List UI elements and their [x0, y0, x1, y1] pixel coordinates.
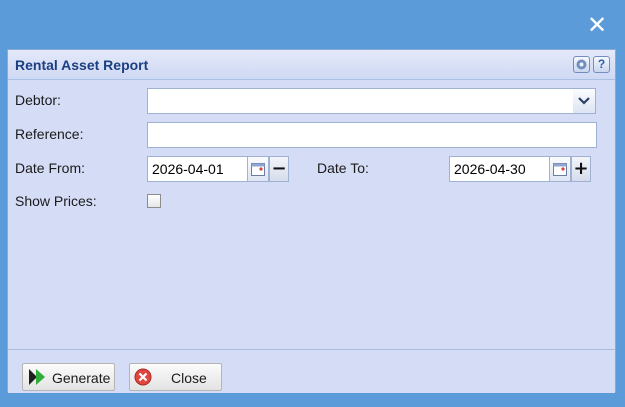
help-icon[interactable]: ? [593, 56, 610, 73]
date-to-label: Date To: [317, 160, 369, 176]
generate-button[interactable]: Generate [22, 363, 115, 391]
debtor-dropdown-button[interactable] [573, 88, 596, 114]
reference-input[interactable] [147, 122, 597, 148]
reference-label: Reference: [15, 126, 84, 142]
rental-asset-report-dialog: Rental Asset Report ? Debtor: Reference:… [7, 49, 616, 393]
calendar-icon [251, 163, 265, 176]
date-to-calendar-button[interactable] [550, 156, 571, 182]
debtor-combo-input[interactable] [147, 88, 574, 114]
date-to-input[interactable] [449, 156, 550, 182]
show-prices-label: Show Prices: [15, 193, 97, 209]
close-circle-icon [134, 368, 152, 386]
gear-icon[interactable] [573, 56, 590, 73]
dialog-title: Rental Asset Report [15, 57, 149, 73]
date-from-input[interactable] [147, 156, 248, 182]
chevron-down-icon [578, 97, 590, 105]
date-from-calendar-button[interactable] [248, 156, 269, 182]
date-to-increment-button[interactable]: + [571, 156, 591, 182]
window-close-icon[interactable]: ✕ [586, 13, 608, 37]
close-button-label: Close [171, 370, 207, 386]
calendar-icon [553, 163, 567, 176]
play-icon [29, 369, 45, 385]
debtor-label: Debtor: [15, 92, 61, 108]
generate-button-label: Generate [52, 370, 111, 386]
date-from-label: Date From: [15, 160, 86, 176]
show-prices-checkbox[interactable] [147, 194, 161, 208]
dialog-titlebar: Rental Asset Report ? [8, 50, 615, 80]
dialog-footer: Generate Close [8, 349, 615, 393]
date-from-decrement-button[interactable]: − [269, 156, 289, 182]
close-button[interactable]: Close [129, 363, 222, 391]
